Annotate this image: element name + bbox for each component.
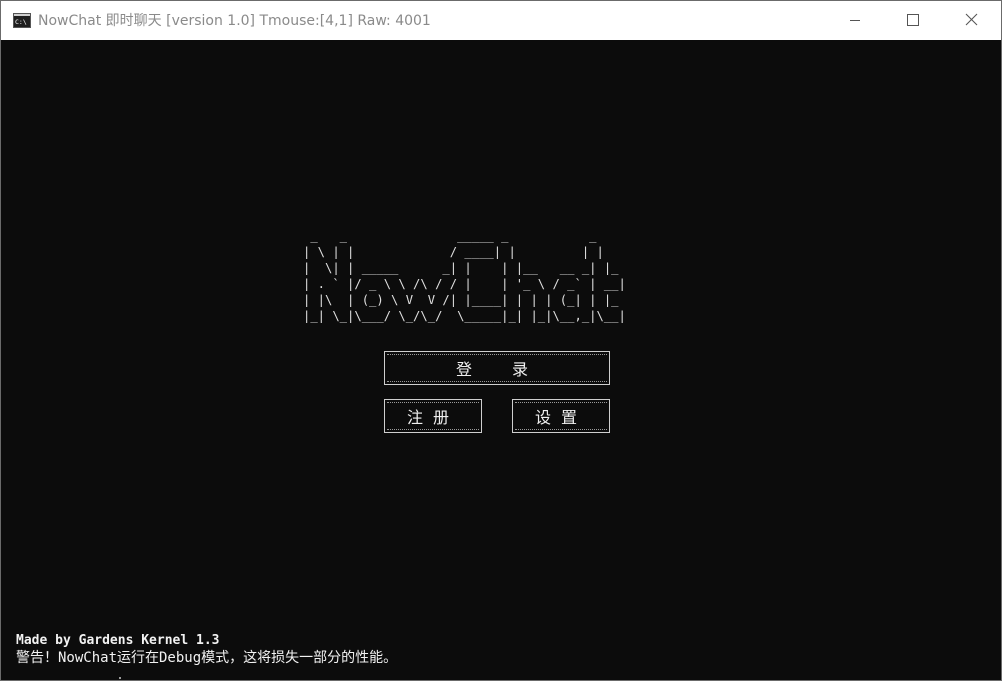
made-by-text: Made by Gardens Kernel 1.3 xyxy=(16,633,220,648)
login-button-label: 登录 xyxy=(455,360,568,379)
minimize-icon xyxy=(849,11,861,30)
minimize-button[interactable] xyxy=(826,1,884,40)
title-bar[interactable]: C:\ NowChat 即时聊天 [version 1.0] Tmouse:[4… xyxy=(1,1,1001,40)
settings-button[interactable]: 设置 xyxy=(512,399,610,433)
debug-warning-text: 警告！NowChat运行在Debug模式，这将损失一部分的性能。 xyxy=(16,650,398,666)
register-button-label: 注册 xyxy=(406,408,459,427)
maximize-icon xyxy=(907,11,919,30)
window-title: NowChat 即时聊天 [version 1.0] Tmouse:[4,1] … xyxy=(38,13,431,29)
close-button[interactable] xyxy=(942,1,1000,40)
register-button[interactable]: 注册 xyxy=(384,399,482,433)
text-cursor xyxy=(119,677,121,679)
console-window: C:\ NowChat 即时聊天 [version 1.0] Tmouse:[4… xyxy=(0,0,1002,681)
settings-button-label: 设置 xyxy=(534,408,587,427)
login-button[interactable]: 登录 xyxy=(384,351,610,385)
console-area[interactable]: _ _ _____ _ _ | \ | | / ____| | | | | \|… xyxy=(1,40,1001,680)
maximize-button[interactable] xyxy=(884,1,942,40)
svg-text:C:\: C:\ xyxy=(15,18,27,26)
ascii-logo: _ _ _____ _ _ | \ | | / ____| | | | | \|… xyxy=(303,229,626,323)
close-icon xyxy=(965,11,978,30)
console-icon: C:\ xyxy=(13,13,31,28)
